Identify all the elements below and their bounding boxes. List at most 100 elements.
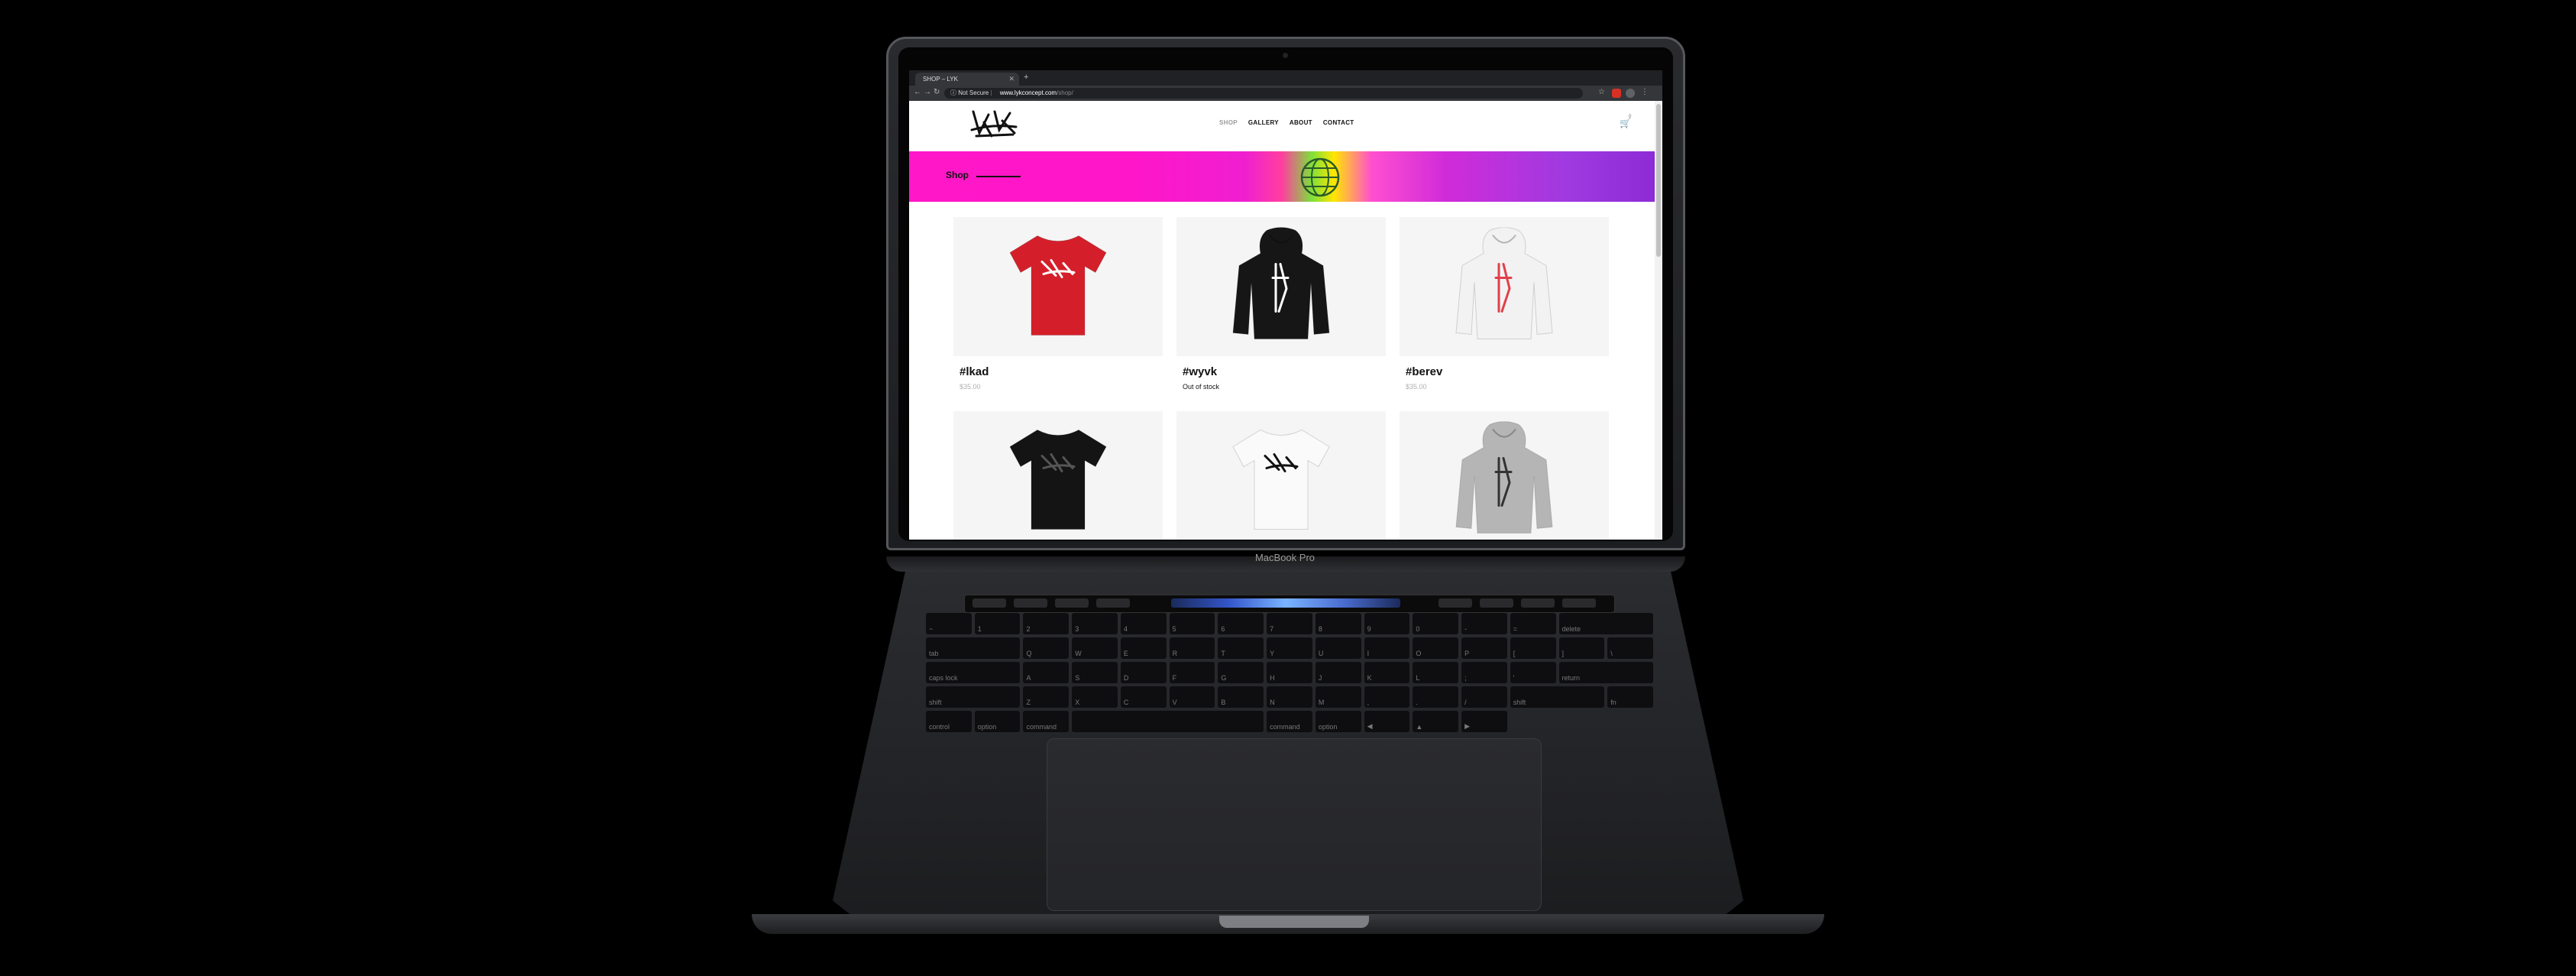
browser-tab[interactable]: SHOP – LYK ✕ bbox=[915, 73, 1019, 86]
nav-gallery[interactable]: GALLERY bbox=[1248, 119, 1279, 126]
product-image[interactable] bbox=[953, 217, 1163, 356]
keyboard-key[interactable]: = bbox=[1510, 613, 1556, 634]
keyboard-key[interactable]: T bbox=[1218, 637, 1264, 659]
keyboard-key[interactable]: shift bbox=[1510, 686, 1605, 708]
keyboard-key[interactable]: 8 bbox=[1315, 613, 1361, 634]
product-image[interactable] bbox=[953, 411, 1163, 540]
keyboard-key[interactable]: delete bbox=[1558, 613, 1653, 634]
keyboard-key[interactable]: J bbox=[1315, 662, 1361, 683]
keyboard-key[interactable]: Z bbox=[1023, 686, 1070, 708]
keyboard-key[interactable]: O bbox=[1413, 637, 1459, 659]
keyboard-key[interactable]: ▶ bbox=[1461, 711, 1507, 732]
product-image[interactable] bbox=[1176, 411, 1386, 540]
keyboard[interactable]: ~1 2 3 4 5 6 7 8 9 0- = delete tab Q W E R T Y U I O P[] \ caps … bbox=[926, 596, 1653, 732]
bookmark-star-icon[interactable]: ☆ bbox=[1598, 88, 1605, 96]
keyboard-key[interactable]: option bbox=[974, 711, 1021, 732]
extension-icon[interactable] bbox=[1612, 89, 1621, 98]
keyboard-key[interactable]: C bbox=[1120, 686, 1167, 708]
keyboard-key[interactable]: return bbox=[1558, 662, 1653, 683]
profile-avatar[interactable] bbox=[1626, 89, 1635, 98]
keyboard-key[interactable]: command bbox=[1023, 711, 1070, 732]
keyboard-key[interactable]: X bbox=[1072, 686, 1118, 708]
keyboard-key[interactable]: 7 bbox=[1267, 613, 1312, 634]
keyboard-key[interactable]: S bbox=[1072, 662, 1118, 683]
keyboard-key[interactable]: \ bbox=[1607, 637, 1653, 659]
reload-icon[interactable]: ↻ bbox=[934, 88, 940, 96]
page-scrollbar[interactable] bbox=[1655, 101, 1662, 540]
product-image[interactable] bbox=[1176, 217, 1386, 356]
keyboard-key[interactable]: 0 bbox=[1413, 613, 1459, 634]
product-card[interactable]: #lkad $35.00 bbox=[953, 217, 1163, 391]
keyboard-key[interactable]: 2 bbox=[1023, 613, 1070, 634]
new-tab-button[interactable]: + bbox=[1024, 73, 1028, 82]
nav-about[interactable]: ABOUT bbox=[1290, 119, 1312, 126]
keyboard-key[interactable]: 1 bbox=[974, 613, 1021, 634]
keyboard-key[interactable]: 5 bbox=[1169, 613, 1215, 634]
keyboard-key[interactable]: - bbox=[1461, 613, 1507, 634]
keyboard-key[interactable]: I bbox=[1364, 637, 1410, 659]
keyboard-key[interactable]: ◀ bbox=[1364, 711, 1410, 732]
keyboard-key[interactable]: ▲ bbox=[1413, 711, 1459, 732]
keyboard-key[interactable]: fn bbox=[1607, 686, 1653, 708]
product-card[interactable] bbox=[953, 411, 1163, 540]
keyboard-key[interactable]: shift bbox=[926, 686, 1021, 708]
keyboard-key[interactable]: [ bbox=[1510, 637, 1556, 659]
keyboard-key[interactable]: V bbox=[1169, 686, 1215, 708]
keyboard-key[interactable]: ~ bbox=[926, 613, 972, 634]
close-icon[interactable]: ✕ bbox=[1008, 73, 1015, 86]
cart-icon[interactable]: 🛒 bbox=[1620, 118, 1631, 128]
product-card[interactable] bbox=[1400, 411, 1609, 540]
back-arrow-icon[interactable]: ← bbox=[914, 88, 921, 96]
keyboard-key[interactable]: L bbox=[1413, 662, 1459, 683]
keyboard-key[interactable]: ' bbox=[1510, 662, 1556, 683]
keyboard-key[interactable]: control bbox=[926, 711, 972, 732]
keyboard-key[interactable]: command bbox=[1267, 711, 1312, 732]
keyboard-key[interactable] bbox=[1072, 711, 1264, 732]
keyboard-key[interactable]: ; bbox=[1461, 662, 1507, 683]
keyboard-key[interactable]: Y bbox=[1267, 637, 1312, 659]
keyboard-key[interactable]: 4 bbox=[1120, 613, 1167, 634]
product-name[interactable]: #wyvk bbox=[1176, 365, 1386, 378]
keyboard-key[interactable]: B bbox=[1218, 686, 1264, 708]
keyboard-key[interactable]: 9 bbox=[1364, 613, 1410, 634]
keyboard-key[interactable]: M bbox=[1315, 686, 1361, 708]
product-card[interactable] bbox=[1176, 411, 1386, 540]
keyboard-key[interactable]: option bbox=[1315, 711, 1361, 732]
keyboard-key[interactable]: caps lock bbox=[926, 662, 1021, 683]
product-name[interactable]: #berev bbox=[1400, 365, 1609, 378]
keyboard-key[interactable]: tab bbox=[926, 637, 1021, 659]
keyboard-key[interactable]: U bbox=[1315, 637, 1361, 659]
keyboard-key[interactable]: P bbox=[1461, 637, 1507, 659]
menu-dots-icon[interactable]: ⋮ bbox=[1641, 88, 1649, 96]
hoodie-image bbox=[1455, 421, 1554, 540]
trackpad[interactable] bbox=[1047, 738, 1542, 911]
keyboard-key[interactable]: , bbox=[1364, 686, 1410, 708]
keyboard-key[interactable]: K bbox=[1364, 662, 1410, 683]
keyboard-key[interactable]: E bbox=[1120, 637, 1167, 659]
product-name[interactable]: #lkad bbox=[953, 365, 1163, 378]
keyboard-key[interactable]: W bbox=[1072, 637, 1118, 659]
keyboard-key[interactable]: Q bbox=[1023, 637, 1070, 659]
keyboard-key[interactable]: A bbox=[1023, 662, 1070, 683]
nav-contact[interactable]: CONTACT bbox=[1323, 119, 1354, 126]
keyboard-key[interactable]: . bbox=[1413, 686, 1459, 708]
product-image[interactable] bbox=[1400, 217, 1609, 356]
keyboard-key[interactable]: ] bbox=[1558, 637, 1605, 659]
product-card[interactable]: #wyvk Out of stock bbox=[1176, 217, 1386, 391]
keyboard-key[interactable]: 6 bbox=[1218, 613, 1264, 634]
product-card[interactable]: #berev $35.00 bbox=[1400, 217, 1609, 391]
keyboard-key[interactable]: F bbox=[1169, 662, 1215, 683]
address-bar[interactable]: ⓘ Not Secure | www.lykconcept.com/shop/ bbox=[944, 88, 1583, 99]
keyboard-key[interactable]: D bbox=[1120, 662, 1167, 683]
scrollbar-thumb[interactable] bbox=[1656, 104, 1661, 257]
keyboard-key[interactable]: G bbox=[1218, 662, 1264, 683]
lyk-logo[interactable] bbox=[969, 107, 1019, 141]
nav-shop[interactable]: SHOP bbox=[1219, 119, 1238, 126]
keyboard-key[interactable]: H bbox=[1267, 662, 1312, 683]
keyboard-key[interactable]: N bbox=[1267, 686, 1312, 708]
keyboard-key[interactable]: R bbox=[1169, 637, 1215, 659]
forward-arrow-icon[interactable]: → bbox=[924, 88, 931, 96]
product-image[interactable] bbox=[1400, 411, 1609, 540]
keyboard-key[interactable]: / bbox=[1461, 686, 1507, 708]
keyboard-key[interactable]: 3 bbox=[1072, 613, 1118, 634]
